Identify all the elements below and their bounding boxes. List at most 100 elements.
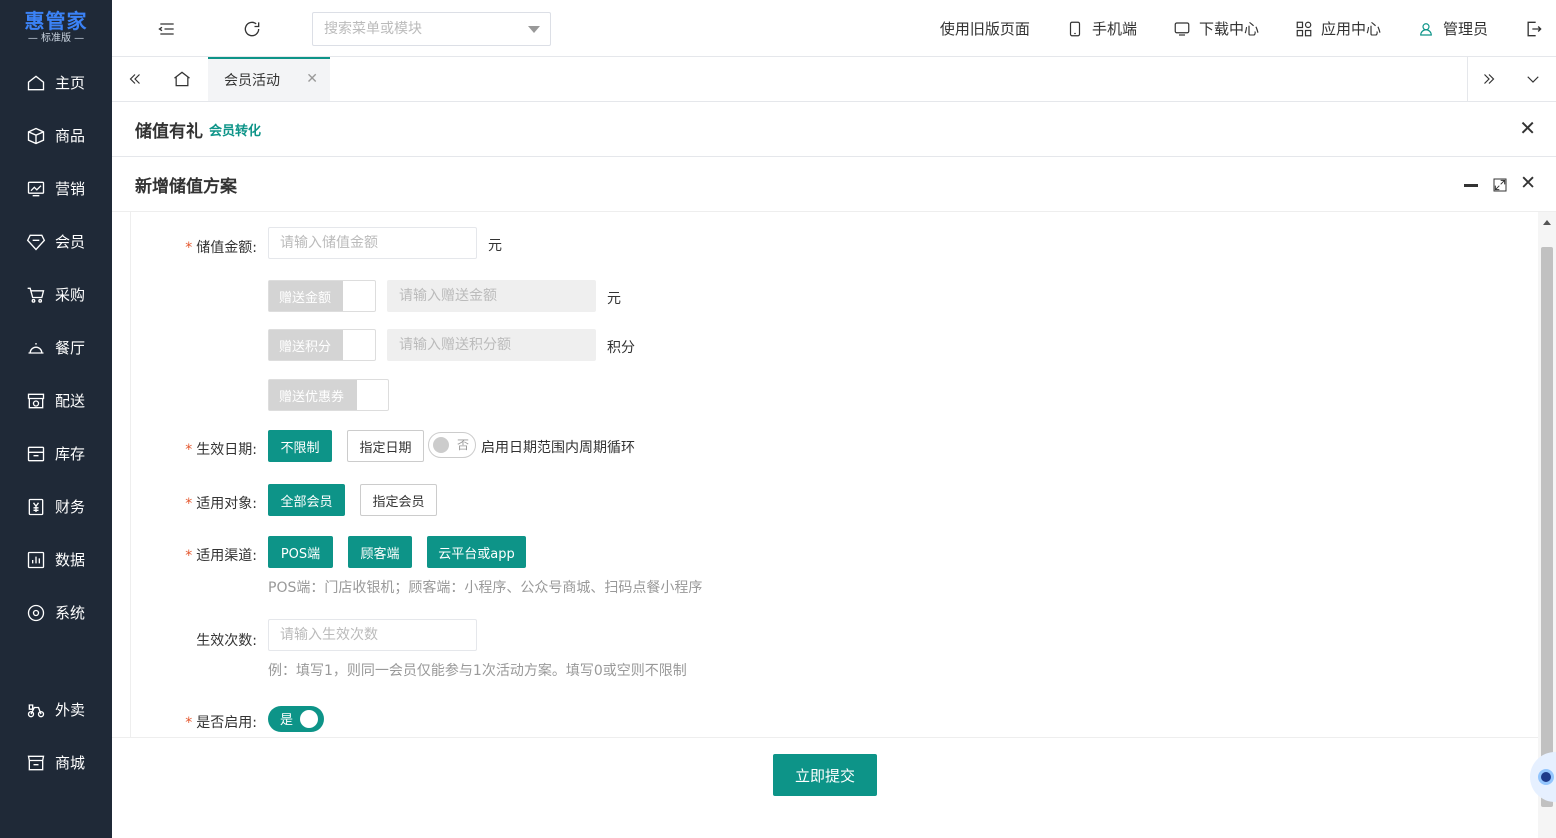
robot-eye-icon xyxy=(1538,769,1554,785)
app-center-link[interactable]: 应用中心 xyxy=(1295,18,1381,39)
sidebar-item-inventory[interactable]: 库存 xyxy=(0,427,112,480)
pos-channel-button[interactable]: POS端 xyxy=(268,536,333,568)
sidebar-item-system[interactable]: 系统 xyxy=(0,586,112,639)
sidebar-item-label: 商品 xyxy=(55,127,86,145)
sidebar-item-takeout[interactable]: 外卖 xyxy=(0,683,112,736)
panel-header: 储值有礼 会员转化 ✕ xyxy=(112,102,1556,157)
sidebar-item-member[interactable]: 会员 xyxy=(0,215,112,268)
logo-title: 惠管家 xyxy=(24,9,88,33)
panel: 储值有礼 会员转化 ✕ 新增储值方案 ✕ * 储值金额: 请输入储值金额 元 赠送… xyxy=(112,102,1556,838)
switch-text: 否 xyxy=(456,438,469,452)
required-mark: * xyxy=(185,715,193,731)
placeholder: 请输入生效次数 xyxy=(280,627,378,643)
tab-member-activity[interactable]: 会员活动 ✕ xyxy=(208,57,330,101)
close-icon[interactable]: ✕ xyxy=(1519,116,1536,140)
amount-label: * 储值金额: xyxy=(131,237,257,257)
chart-icon xyxy=(27,181,45,196)
gift-amount-toggle[interactable]: 赠送金额 xyxy=(268,280,376,312)
store-icon xyxy=(27,393,45,408)
enable-switch[interactable]: 是 xyxy=(268,706,324,732)
submit-button[interactable]: 立即提交 xyxy=(773,754,877,796)
scrollbar-thumb[interactable] xyxy=(1541,247,1553,807)
topbar: 搜索菜单或模块 使用旧版页面 手机端 下载中心 应用中心 管理员 xyxy=(112,0,1556,57)
scroll-right-icon[interactable] xyxy=(1480,70,1498,88)
box-icon xyxy=(27,127,45,144)
cloud-app-channel-button[interactable]: 云平台或app xyxy=(427,536,526,568)
logout-icon[interactable] xyxy=(1524,19,1544,39)
minimize-icon[interactable] xyxy=(1464,184,1478,187)
phone-icon xyxy=(1069,21,1081,36)
download-center-link[interactable]: 下载中心 xyxy=(1173,18,1259,39)
channel-label: * 适用渠道: xyxy=(131,545,257,565)
close-icon[interactable]: ✕ xyxy=(306,71,318,87)
sidebar-item-marketing[interactable]: 营销 xyxy=(0,162,112,215)
label-text: 适用渠道: xyxy=(196,548,257,564)
gift-coupon-label: 赠送优惠券 xyxy=(269,380,357,410)
date-unlimited-button[interactable]: 不限制 xyxy=(268,430,332,462)
chevron-down-icon[interactable] xyxy=(1524,70,1542,88)
sidebar-item-label: 系统 xyxy=(55,604,86,622)
panel-subtitle: 会员转化 xyxy=(209,123,262,139)
required-mark: * xyxy=(185,442,193,458)
date-specified-button[interactable]: 指定日期 xyxy=(347,430,424,462)
shop-icon xyxy=(27,755,45,770)
dialog-header: 新增储值方案 ✕ xyxy=(112,157,1556,212)
old-page-link[interactable]: 使用旧版页面 xyxy=(940,18,1030,39)
times-input[interactable]: 请输入生效次数 xyxy=(268,619,477,651)
search-input[interactable]: 搜索菜单或模块 xyxy=(312,12,551,46)
sidebar-item-finance[interactable]: 财务 xyxy=(0,480,112,533)
label-text: 适用对象: xyxy=(196,496,257,512)
maximize-icon[interactable] xyxy=(1492,177,1508,193)
scrollbar[interactable] xyxy=(1538,212,1556,838)
dialog-title: 新增储值方案 xyxy=(135,176,237,197)
scroll-left-icon[interactable] xyxy=(126,70,144,88)
placeholder: 请输入赠送积分额 xyxy=(399,337,511,353)
user-icon xyxy=(1420,22,1432,36)
label-text: 储值金额: xyxy=(196,240,257,256)
chevron-down-icon xyxy=(528,26,540,33)
search-placeholder: 搜索菜单或模块 xyxy=(324,21,422,37)
sidebar-item-label: 外卖 xyxy=(55,701,86,719)
collapse-menu-icon[interactable] xyxy=(157,19,177,39)
sidebar-item-restaurant[interactable]: 餐厅 xyxy=(0,321,112,374)
amount-input[interactable]: 请输入储值金额 xyxy=(268,227,477,259)
customer-channel-button[interactable]: 顾客端 xyxy=(348,536,412,568)
yen-icon xyxy=(28,498,44,515)
gift-points-toggle[interactable]: 赠送积分 xyxy=(268,329,376,361)
placeholder: 请输入储值金额 xyxy=(280,235,378,251)
logo-subtitle: — 标准版 — xyxy=(27,33,85,44)
sidebar-item-mall[interactable]: 商城 xyxy=(0,736,112,789)
placeholder: 请输入赠送金额 xyxy=(399,288,497,304)
sidebar-item-delivery[interactable]: 配送 xyxy=(0,374,112,427)
gift-amount-input[interactable]: 请输入赠送金额 xyxy=(387,280,596,312)
channel-hint: POS端：门店收银机；顾客端：小程序、公众号商城、扫码点餐小程序 xyxy=(268,580,703,596)
all-members-button[interactable]: 全部会员 xyxy=(268,484,345,516)
sidebar-item-data[interactable]: 数据 xyxy=(0,533,112,586)
target-label: * 适用对象: xyxy=(131,493,257,513)
specified-members-button[interactable]: 指定会员 xyxy=(360,484,437,516)
sidebar-item-purchase[interactable]: 采购 xyxy=(0,268,112,321)
sidebar: 惠管家 — 标准版 — 主页 商品 营销 会员 采购 餐厅 配送 库存 财务 数… xyxy=(0,0,112,838)
sidebar-item-home[interactable]: 主页 xyxy=(0,56,112,109)
date-label: * 生效日期: xyxy=(131,439,257,459)
download-label: 下载中心 xyxy=(1198,20,1259,38)
cart-icon xyxy=(27,287,45,303)
cycle-switch[interactable]: 否 xyxy=(428,432,476,458)
times-hint: 例：填写1，则同一会员仅能参与1次活动方案。填写0或空则不限制 xyxy=(268,663,687,679)
required-mark: * xyxy=(185,496,193,512)
user-menu[interactable]: 管理员 xyxy=(1417,18,1488,39)
refresh-icon[interactable] xyxy=(242,19,262,39)
tab-label: 会员活动 xyxy=(224,73,280,89)
gift-amount-label: 赠送金额 xyxy=(269,281,343,311)
topbar-right: 使用旧版页面 手机端 下载中心 应用中心 管理员 xyxy=(940,0,1556,57)
close-icon[interactable]: ✕ xyxy=(1520,172,1536,194)
logo[interactable]: 惠管家 — 标准版 — xyxy=(0,0,112,56)
gift-coupon-toggle[interactable]: 赠送优惠券 xyxy=(268,379,389,411)
old-page-label: 使用旧版页面 xyxy=(939,20,1030,38)
required-mark: * xyxy=(185,548,193,564)
sidebar-item-goods[interactable]: 商品 xyxy=(0,109,112,162)
cloche-icon xyxy=(28,342,44,354)
home-tab-icon[interactable] xyxy=(172,69,192,89)
gift-points-input[interactable]: 请输入赠送积分额 xyxy=(387,329,596,361)
mobile-link[interactable]: 手机端 xyxy=(1066,18,1137,39)
